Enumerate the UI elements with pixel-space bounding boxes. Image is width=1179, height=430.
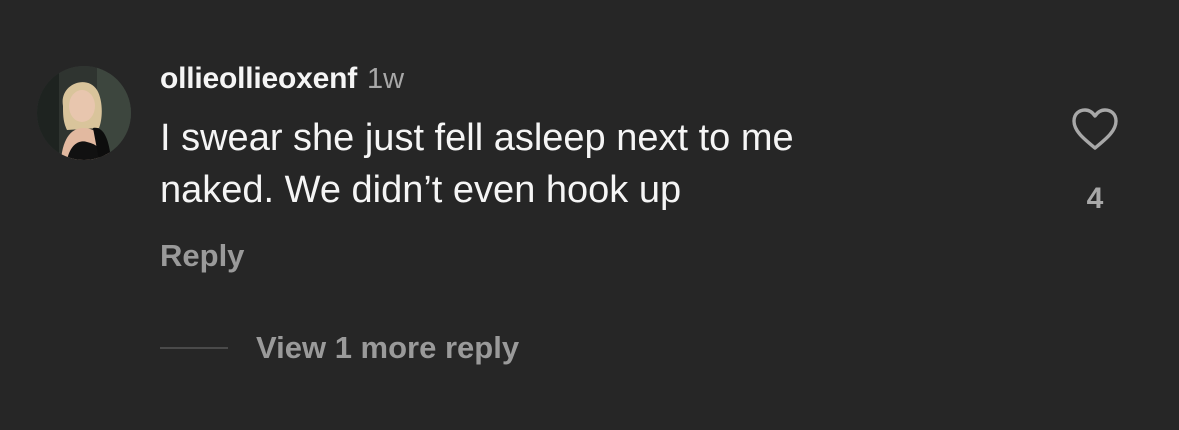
comment-item: ollieollieoxenf 1w I swear she just fell…	[0, 0, 1179, 430]
heart-icon[interactable]	[1070, 106, 1120, 152]
timestamp: 1w	[367, 63, 405, 95]
replies-divider	[160, 347, 228, 349]
avatar-photo	[37, 66, 131, 160]
like-count: 4	[1086, 182, 1104, 215]
comment-text-line-1: I swear she just fell asleep next to me	[160, 117, 794, 159]
comment-text-line-2: naked. We didn’t even hook up	[160, 169, 682, 211]
comment-meta: ollieollieoxenf 1w	[160, 62, 1020, 106]
avatar[interactable]	[37, 66, 131, 160]
reply-button[interactable]: Reply	[160, 238, 244, 274]
comment-text: I swear she just fell asleep next to me …	[160, 112, 920, 216]
view-more-replies-button[interactable]: View 1 more reply	[160, 330, 519, 366]
username[interactable]: ollieollieoxenf	[160, 62, 357, 96]
view-more-replies-label: View 1 more reply	[256, 330, 520, 365]
comment-content: ollieollieoxenf 1w I swear she just fell…	[160, 62, 1020, 216]
like-area: 4	[1060, 106, 1130, 216]
